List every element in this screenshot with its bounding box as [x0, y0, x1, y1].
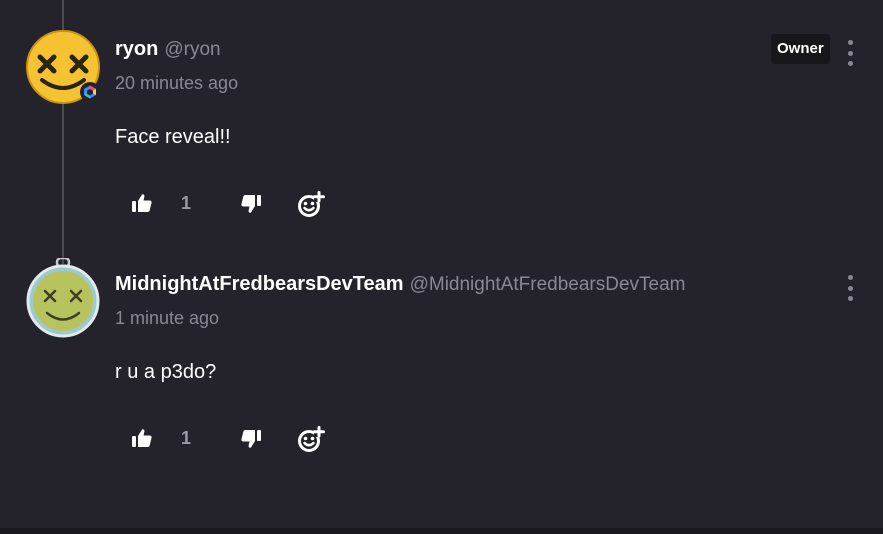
add-reaction-button[interactable]	[297, 425, 325, 458]
comment-text: r u a p3do?	[115, 361, 217, 383]
comment-thread: ryon @ryon 20 minutes ago Owner Face rev…	[0, 0, 883, 534]
username[interactable]: MidnightAtFredbearsDevTeam	[115, 273, 404, 296]
thumbs-down-icon	[241, 195, 261, 213]
user-handle[interactable]: @MidnightAtFredbearsDevTeam	[410, 274, 686, 296]
add-reaction-button[interactable]	[297, 190, 325, 223]
thread-line	[62, 98, 64, 264]
avatar[interactable]	[25, 258, 101, 338]
comment-header: ryon @ryon	[115, 38, 221, 61]
thumbs-up-icon	[132, 194, 152, 212]
more-options-button[interactable]	[843, 275, 857, 301]
comment-timestamp[interactable]: 1 minute ago	[115, 308, 219, 329]
like-button[interactable]	[131, 428, 153, 453]
more-vertical-icon	[847, 40, 853, 45]
more-options-button[interactable]	[843, 40, 857, 66]
rainbow-hexagon-icon	[84, 85, 96, 99]
comment-text: Face reveal!!	[115, 126, 231, 148]
dislike-button[interactable]	[240, 429, 262, 454]
thumbs-down-icon	[241, 430, 261, 448]
like-count: 1	[181, 428, 192, 448]
owner-badge: Owner	[771, 34, 830, 64]
bottom-divider	[0, 528, 883, 534]
like-button[interactable]	[131, 193, 153, 218]
add-reaction-icon	[298, 191, 325, 217]
dislike-button[interactable]	[240, 194, 262, 219]
more-vertical-icon	[847, 275, 853, 280]
username[interactable]: ryon	[115, 38, 158, 61]
comment-timestamp[interactable]: 20 minutes ago	[115, 73, 238, 94]
comment-header: MidnightAtFredbearsDevTeam @MidnightAtFr…	[115, 273, 685, 296]
add-reaction-icon	[298, 426, 325, 452]
thread-line	[62, 0, 64, 34]
thumbs-up-icon	[132, 429, 152, 447]
verified-badge	[80, 82, 100, 102]
like-count: 1	[181, 193, 192, 213]
user-handle[interactable]: @ryon	[164, 39, 220, 61]
